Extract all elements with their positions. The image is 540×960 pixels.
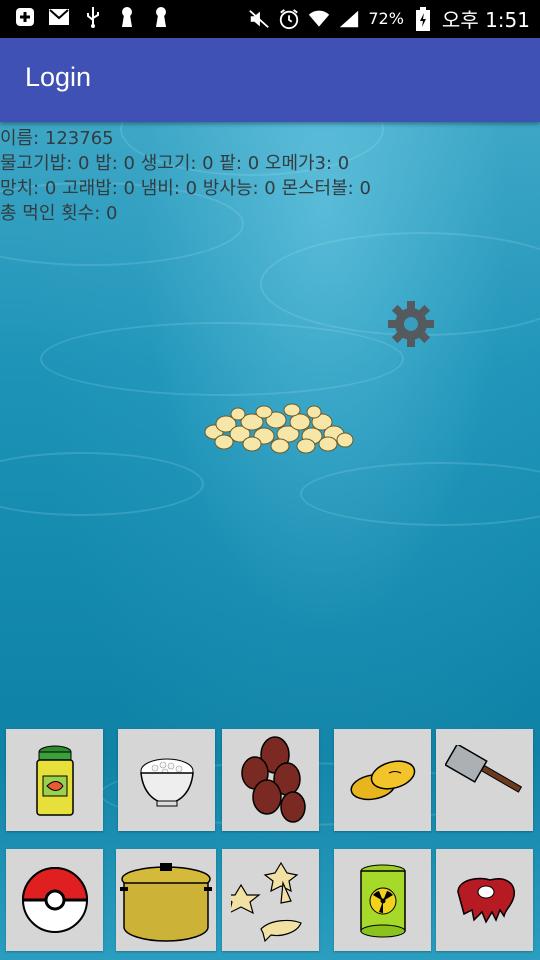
wifi-icon — [308, 8, 330, 30]
battery-icon — [412, 6, 434, 31]
total-feed-count: 총 먹인 횟수: 0 — [0, 203, 118, 224]
food-counts-line-2: 망치: 0 고래밥: 0 냄비: 0 방사능: 0 몬스터볼: 0 — [0, 178, 371, 199]
app-bar: Login — [0, 38, 540, 122]
raw-meat-icon — [231, 735, 311, 825]
ocean-background — [0, 122, 540, 960]
fish-food-can-icon — [25, 740, 85, 820]
pokeball-button[interactable] — [6, 849, 103, 951]
pot-button[interactable] — [116, 849, 216, 951]
food-counts-line-1: 물고기밥: 0 밥: 0 생고기: 0 팥: 0 오메가3: 0 — [0, 153, 350, 174]
fish-food-pile[interactable] — [202, 402, 354, 456]
feeding-stats: 이름: 123765 물고기밥: 0 밥: 0 생고기: 0 팥: 0 오메가3… — [0, 126, 371, 226]
gear-icon[interactable] — [386, 299, 436, 349]
user-name-text: 이름: 123765 — [0, 128, 114, 149]
status-bar: 72% 오후 1:51 — [0, 0, 540, 38]
rice-button[interactable] — [118, 729, 215, 831]
whale-snack-icon — [230, 855, 311, 945]
mail-icon — [48, 6, 70, 28]
omega3-capsule-icon — [345, 755, 421, 805]
pot-icon — [118, 857, 214, 943]
usb-icon — [82, 6, 104, 28]
pokeball-icon — [20, 865, 90, 935]
omega3-button[interactable] — [334, 729, 431, 831]
battery-percent: 72% — [368, 9, 404, 28]
alarm-icon — [278, 8, 300, 30]
clock: 오후 1:51 — [441, 8, 530, 32]
keyhole-icon — [150, 6, 172, 28]
mute-icon — [248, 8, 270, 30]
rice-bowl-icon — [135, 753, 199, 807]
keyhole-icon — [116, 6, 138, 28]
fish-food-button[interactable] — [6, 729, 103, 831]
raw-meat-button[interactable] — [222, 729, 319, 831]
add-box-icon — [14, 6, 36, 28]
whale-snack-button[interactable] — [222, 849, 319, 951]
monster-meat-button[interactable] — [436, 849, 533, 951]
monster-meat-icon — [450, 872, 520, 928]
hammer-icon — [444, 745, 525, 815]
radioactive-button[interactable] — [334, 849, 431, 951]
hammer-button[interactable] — [436, 729, 533, 831]
radioactive-barrel-icon — [353, 861, 413, 939]
signal-icon — [338, 8, 360, 30]
page-title: Login — [25, 62, 92, 92]
